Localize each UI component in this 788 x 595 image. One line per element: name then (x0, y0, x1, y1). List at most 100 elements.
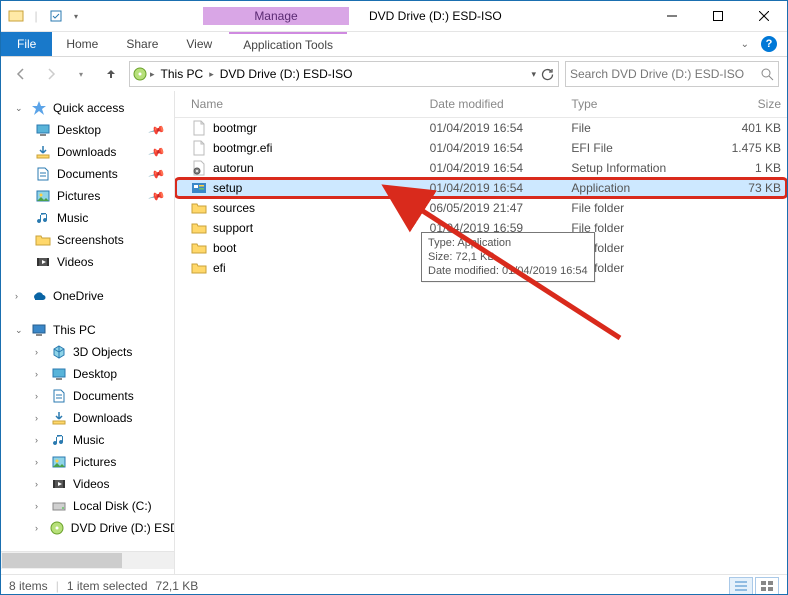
nav-item-dvd[interactable]: › DVD Drive (D:) ESD-ISO (1, 517, 174, 539)
file-icon (191, 140, 207, 156)
ribbon-expand-icon[interactable]: ⌄ (741, 39, 749, 50)
nav-item-downloads[interactable]: › Downloads (1, 407, 174, 429)
nav-label: Pictures (57, 189, 100, 203)
nav-label: Documents (57, 167, 118, 181)
folder-icon (191, 240, 207, 256)
file-name: support (213, 221, 253, 235)
nav-item-3d[interactable]: › 3D Objects (1, 341, 174, 363)
file-row[interactable]: sources 06/05/2019 21:47 File folder (175, 198, 787, 218)
folder-icon (191, 260, 207, 276)
file-name: bootmgr.efi (213, 141, 272, 155)
ribbon-tabs: File Home Share View Application Tools ⌄… (1, 32, 787, 57)
breadcrumb-current[interactable]: DVD Drive (D:) ESD-ISO (216, 67, 357, 81)
tab-home[interactable]: Home (52, 32, 112, 56)
expand-icon[interactable]: › (15, 291, 25, 301)
expand-icon[interactable]: › (35, 391, 45, 401)
nav-label: Quick access (53, 101, 124, 115)
column-size[interactable]: Size (707, 97, 787, 111)
window-title: DVD Drive (D:) ESD-ISO (369, 9, 502, 23)
tab-application-tools[interactable]: Application Tools (229, 32, 347, 56)
nav-label: Videos (73, 477, 109, 491)
view-details-icon[interactable] (729, 577, 753, 595)
music-icon (51, 432, 67, 448)
nav-item-videos[interactable]: Videos (1, 251, 174, 273)
nav-onedrive[interactable]: › OneDrive (1, 285, 174, 307)
documents-icon (35, 166, 51, 182)
nav-item-music[interactable]: › Music (1, 429, 174, 451)
file-row[interactable]: bootmgr 01/04/2019 16:54 File 401 KB (175, 118, 787, 138)
downloads-icon (51, 410, 67, 426)
nav-label: 3D Objects (73, 345, 132, 359)
file-name: efi (213, 261, 226, 275)
chevron-right-icon[interactable]: ▸ (150, 69, 155, 80)
expand-icon[interactable]: › (35, 435, 45, 445)
nav-item-pictures[interactable]: Pictures📌 (1, 185, 174, 207)
back-button[interactable] (9, 62, 33, 86)
qat-properties-icon[interactable] (47, 7, 65, 25)
file-row[interactable]: setup 01/04/2019 16:54 Application 73 KB (175, 178, 787, 198)
expand-icon[interactable]: › (35, 369, 45, 379)
column-name[interactable]: Name (185, 97, 424, 111)
contextual-tab-manage[interactable]: Manage (203, 7, 349, 25)
help-icon[interactable]: ? (761, 36, 777, 52)
file-rows: bootmgr 01/04/2019 16:54 File 401 KBboot… (175, 118, 787, 574)
nav-item-music[interactable]: Music (1, 207, 174, 229)
view-large-icons-icon[interactable] (755, 577, 779, 595)
tooltip-line: Type: Application (428, 236, 588, 250)
up-button[interactable] (99, 62, 123, 86)
tooltip: Type: Application Size: 72,1 KB Date mod… (421, 232, 595, 282)
file-type: Application (565, 181, 707, 195)
nav-item-videos[interactable]: › Videos (1, 473, 174, 495)
nav-item-pictures[interactable]: › Pictures (1, 451, 174, 473)
expand-icon[interactable]: › (35, 501, 45, 511)
address-dropdown-icon[interactable]: ▾ (531, 69, 536, 80)
recent-dropdown-icon[interactable]: ▾ (69, 62, 93, 86)
maximize-button[interactable] (695, 2, 741, 30)
expand-icon[interactable]: › (35, 479, 45, 489)
close-button[interactable] (741, 2, 787, 30)
folder-icon (191, 200, 207, 216)
expand-icon[interactable]: › (35, 413, 45, 423)
nav-horizontal-scrollbar[interactable] (1, 551, 174, 569)
status-size: 72,1 KB (156, 579, 199, 593)
chevron-right-icon[interactable]: ▸ (209, 69, 214, 80)
column-headers: Name Date modified Type Size (175, 91, 787, 118)
tab-view[interactable]: View (172, 32, 226, 56)
breadcrumb-this-pc[interactable]: This PC (157, 67, 208, 81)
search-icon[interactable] (760, 67, 774, 81)
expand-icon[interactable]: › (35, 457, 45, 467)
file-size: 401 KB (707, 121, 787, 135)
nav-this-pc[interactable]: ⌄ This PC (1, 319, 174, 341)
nav-item-desktop[interactable]: › Desktop (1, 363, 174, 385)
refresh-icon[interactable] (540, 67, 554, 81)
file-row[interactable]: autorun 01/04/2019 16:54 Setup Informati… (175, 158, 787, 178)
column-date[interactable]: Date modified (424, 97, 566, 111)
qat-dropdown-icon[interactable]: ▾ (67, 7, 85, 25)
nav-quick-access[interactable]: ⌄ Quick access (1, 97, 174, 119)
file-row[interactable]: bootmgr.efi 01/04/2019 16:54 EFI File 1.… (175, 138, 787, 158)
nav-item-desktop[interactable]: Desktop📌 (1, 119, 174, 141)
expand-icon[interactable]: ⌄ (15, 103, 25, 114)
search-input[interactable]: Search DVD Drive (D:) ESD-ISO (565, 61, 779, 87)
nav-item-documents[interactable]: › Documents (1, 385, 174, 407)
3d-icon (51, 344, 67, 360)
dvd-drive-icon (132, 66, 148, 82)
nav-item-folder[interactable]: Screenshots (1, 229, 174, 251)
nav-item-disk[interactable]: › Local Disk (C:) (1, 495, 174, 517)
file-size: 1 KB (707, 161, 787, 175)
file-date: 06/05/2019 21:47 (424, 201, 566, 215)
tab-share[interactable]: Share (112, 32, 172, 56)
nav-label: Documents (73, 389, 134, 403)
column-type[interactable]: Type (565, 97, 707, 111)
address-bar[interactable]: ▸ This PC ▸ DVD Drive (D:) ESD-ISO ▾ (129, 61, 559, 87)
nav-label: This PC (53, 323, 96, 337)
tab-file[interactable]: File (1, 32, 52, 56)
file-type: EFI File (565, 141, 707, 155)
nav-item-documents[interactable]: Documents📌 (1, 163, 174, 185)
expand-icon[interactable]: › (35, 523, 43, 533)
nav-item-downloads[interactable]: Downloads📌 (1, 141, 174, 163)
file-date: 01/04/2019 16:54 (424, 141, 566, 155)
expand-icon[interactable]: › (35, 347, 45, 357)
minimize-button[interactable] (649, 2, 695, 30)
expand-icon[interactable]: ⌄ (15, 325, 25, 336)
